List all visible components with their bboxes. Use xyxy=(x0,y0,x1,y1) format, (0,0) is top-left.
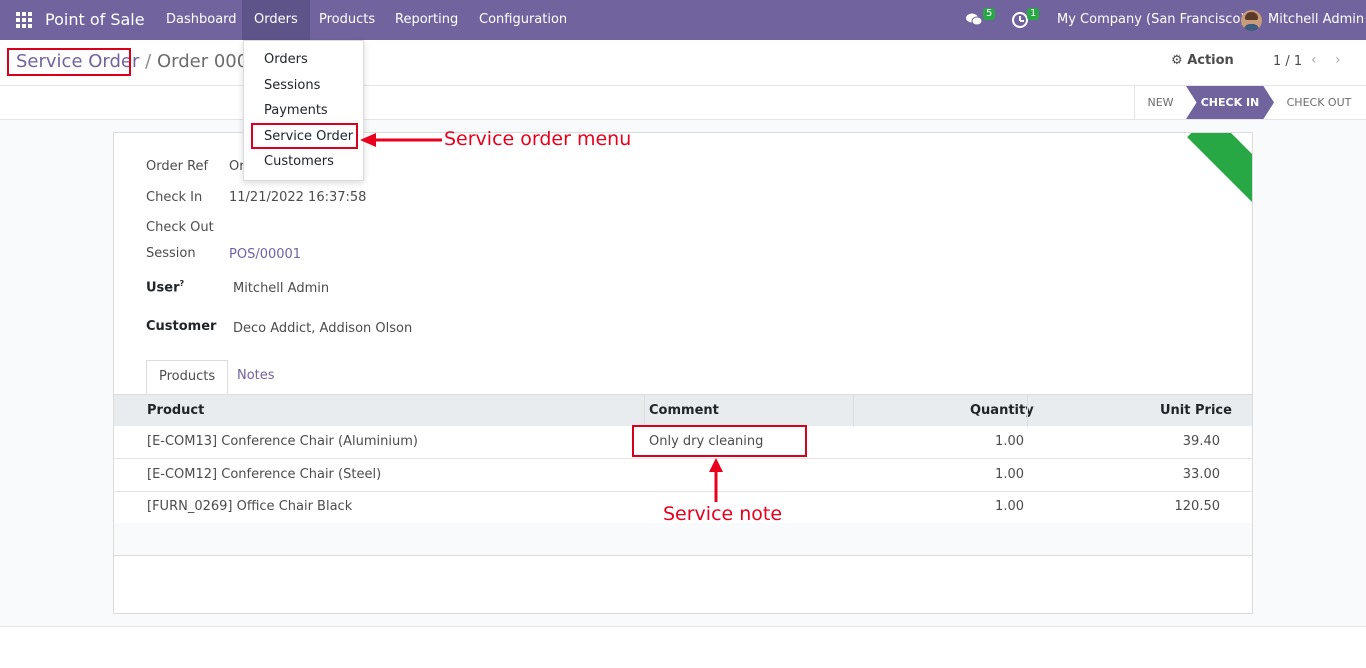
apps-grid-icon[interactable] xyxy=(16,12,32,28)
dropdown-item-payments[interactable]: Payments xyxy=(264,103,328,118)
dropdown-item-customers[interactable]: Customers xyxy=(264,154,334,169)
menu-orders[interactable]: Orders xyxy=(242,0,310,40)
header-unit-price[interactable]: Unit Price xyxy=(1160,403,1232,418)
top-navbar: Point of Sale Dashboard Orders Products … xyxy=(0,0,1366,40)
table-footer xyxy=(114,523,1252,556)
menu-annotation-arrow-icon xyxy=(360,133,442,147)
menu-products[interactable]: Products xyxy=(307,0,387,40)
check-in-ribbon: CHECK IN xyxy=(1187,133,1252,307)
product-cell: [E-COM13] Conference Chair (Aluminium) xyxy=(147,434,418,449)
activity-clock-icon[interactable] xyxy=(1012,12,1028,28)
header-separator xyxy=(1027,395,1028,427)
product-cell: [FURN_0269] Office Chair Black xyxy=(147,499,353,514)
header-separator xyxy=(853,395,854,427)
note-annotation-text: Service note xyxy=(663,503,783,525)
table-header: Product Comment Quantity Unit Price xyxy=(114,394,1252,427)
order-ref-label: Order Ref xyxy=(146,159,209,174)
header-product[interactable]: Product xyxy=(147,403,204,418)
user-avatar[interactable] xyxy=(1241,10,1262,31)
service-order-highlight-box xyxy=(251,123,358,149)
pager-next-icon[interactable]: › xyxy=(1335,52,1341,68)
menu-annotation-text: Service order menu xyxy=(444,128,632,150)
app-brand[interactable]: Point of Sale xyxy=(45,10,145,29)
gear-icon: ⚙ xyxy=(1171,53,1183,68)
check-out-label: Check Out xyxy=(146,220,214,235)
action-label: Action xyxy=(1187,53,1234,68)
customer-label: Customer xyxy=(146,319,217,334)
check-in-label: Check In xyxy=(146,190,203,205)
menu-reporting[interactable]: Reporting xyxy=(383,0,470,40)
status-check-out[interactable]: CHECK OUT xyxy=(1276,86,1362,119)
status-new[interactable]: NEW xyxy=(1134,86,1186,119)
page-bottom-divider xyxy=(0,626,1366,627)
tab-products[interactable]: Products xyxy=(146,360,229,394)
session-label: Session xyxy=(146,246,196,261)
unit-price-cell: 39.40 xyxy=(1182,434,1220,449)
company-switcher[interactable]: My Company (San Francisco) xyxy=(1057,12,1245,27)
dropdown-item-sessions[interactable]: Sessions xyxy=(264,78,320,93)
breadcrumb-highlight-box xyxy=(7,48,131,76)
dropdown-item-orders[interactable]: Orders xyxy=(264,52,308,67)
user-menu[interactable]: Mitchell Admin xyxy=(1268,12,1364,27)
table-row[interactable]: [E-COM12] Conference Chair (Steel) 1.00 … xyxy=(114,459,1252,492)
menu-configuration[interactable]: Configuration xyxy=(467,0,579,40)
note-annotation-arrow-icon xyxy=(709,458,723,502)
user-value[interactable]: Mitchell Admin xyxy=(233,281,329,296)
comment-highlight-box xyxy=(632,425,807,457)
product-cell: [E-COM12] Conference Chair (Steel) xyxy=(147,467,382,482)
unit-price-cell: 33.00 xyxy=(1182,467,1220,482)
user-help-icon[interactable]: ? xyxy=(180,279,185,288)
unit-price-cell: 120.50 xyxy=(1174,499,1221,514)
user-label: User? xyxy=(146,279,184,295)
pager-prev-icon[interactable]: ‹ xyxy=(1311,52,1317,68)
status-check-in[interactable]: CHECK IN xyxy=(1186,86,1274,119)
breadcrumb-separator: / xyxy=(145,51,152,72)
check-in-value[interactable]: 11/21/2022 16:37:58 xyxy=(229,190,366,205)
quantity-cell: 1.00 xyxy=(995,499,1024,514)
header-comment[interactable]: Comment xyxy=(649,403,719,418)
tab-notes[interactable]: Notes xyxy=(225,360,287,394)
orders-dropdown: Orders Sessions Payments Service Order C… xyxy=(243,40,364,181)
customer-value[interactable]: Deco Addict, Addison Olson xyxy=(233,321,412,336)
chat-icon[interactable] xyxy=(966,13,982,27)
session-link[interactable]: POS/00001 xyxy=(229,247,301,262)
activity-count-badge: 1 xyxy=(1027,8,1040,20)
header-separator xyxy=(644,395,645,427)
quantity-cell: 1.00 xyxy=(995,434,1024,449)
quantity-cell: 1.00 xyxy=(995,467,1024,482)
action-button[interactable]: ⚙ Action xyxy=(1171,53,1234,68)
chat-count-badge: 5 xyxy=(983,8,996,20)
user-label-text: User xyxy=(146,280,180,296)
header-quantity[interactable]: Quantity xyxy=(970,403,1034,418)
menu-dashboard[interactable]: Dashboard xyxy=(154,0,249,40)
pager-value[interactable]: 1 / 1 xyxy=(1273,54,1302,69)
